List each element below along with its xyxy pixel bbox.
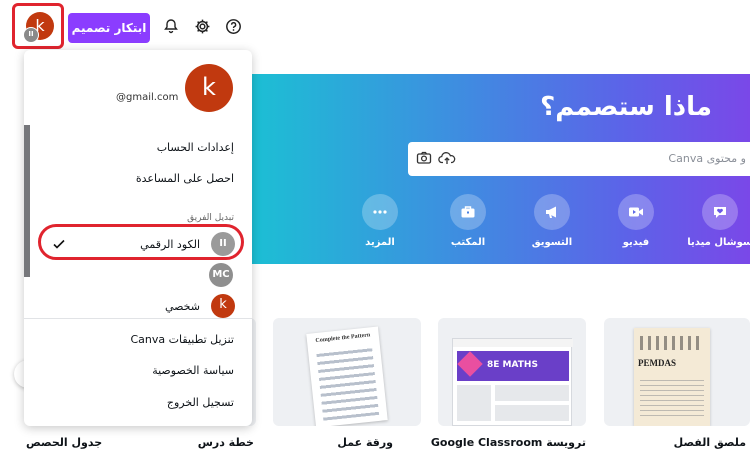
card-label-class-poster: ملصق الفصل (673, 436, 746, 449)
menu-avatar: k (185, 64, 233, 112)
hero-banner: ماذا ستصمم؟ و محتوى Canva سوشال ميديا في… (252, 74, 750, 264)
logout-item[interactable]: تسجيل الخروج (167, 396, 234, 409)
category-office[interactable]: المكتب (433, 194, 503, 248)
team-avatar: II (211, 232, 235, 256)
team-name: الكود الرقمي (140, 238, 200, 251)
download-apps-item[interactable]: تنزيل تطبيقات Canva (131, 333, 235, 346)
hero-title: ماذا ستصمم؟ (540, 92, 712, 122)
menu-divider (24, 318, 252, 319)
video-icon (618, 194, 654, 230)
upload-cloud-icon[interactable] (438, 150, 456, 170)
megaphone-icon (534, 194, 570, 230)
team-badge: II (23, 27, 39, 43)
heart-chat-icon (702, 194, 738, 230)
camera-icon[interactable] (416, 150, 432, 170)
template-card-classroom-header[interactable]: 8E MATHS (438, 318, 586, 426)
account-menu: k @gmail.com إعدادات الحساب احصل على الم… (24, 50, 252, 426)
team-item-personal[interactable]: شخصي (165, 300, 200, 313)
account-settings-item[interactable]: إعدادات الحساب (157, 141, 234, 154)
account-avatar-button[interactable]: k II (12, 3, 64, 49)
card-label-lesson-plan: خطة درس (197, 436, 254, 449)
category-video[interactable]: فيديو (601, 194, 671, 248)
more-icon (362, 194, 398, 230)
create-design-button[interactable]: ابتكار تصميم (68, 13, 150, 43)
get-help-item[interactable]: احصل على المساعدة (136, 172, 234, 185)
category-marketing[interactable]: التسويق (517, 194, 587, 248)
top-bar: k II ابتكار تصميم (0, 0, 750, 54)
search-placeholder: و محتوى Canva (668, 152, 746, 165)
canva-home: k II ابتكار تصميم ماذا ستصمم؟ و محتوى Ca… (0, 0, 750, 466)
switch-team-label: تبديل الفريق (187, 213, 234, 223)
bell-icon[interactable] (160, 15, 182, 37)
worksheet-thumb-text: Complete the Pattern (315, 332, 371, 345)
team-item-mc[interactable]: MC (209, 263, 233, 287)
team-avatar-personal: k (211, 294, 235, 318)
help-icon[interactable] (222, 15, 244, 37)
check-icon (52, 236, 66, 255)
briefcase-icon (450, 194, 486, 230)
menu-accent-bar (24, 125, 30, 277)
category-more[interactable]: المزيد (345, 194, 415, 248)
privacy-policy-item[interactable]: سياسة الخصوصية (152, 364, 234, 377)
gear-icon[interactable] (191, 15, 213, 37)
category-social-media[interactable]: سوشال ميديا (685, 194, 750, 248)
card-label-timetable: جدول الحصص (26, 436, 103, 449)
poster-thumb-text: PEMDAS (638, 358, 676, 368)
template-card-class-poster[interactable]: PEMDAS (604, 318, 750, 426)
template-card-worksheet[interactable]: Complete the Pattern (273, 318, 421, 426)
search-input[interactable]: و محتوى Canva (408, 142, 750, 176)
card-label-worksheet: ورقة عمل (337, 436, 393, 449)
account-email: @gmail.com (116, 92, 179, 103)
card-label-classroom-header: ترويسة Google Classroom (430, 436, 586, 449)
header-thumb-text: 8E MATHS (487, 360, 538, 370)
